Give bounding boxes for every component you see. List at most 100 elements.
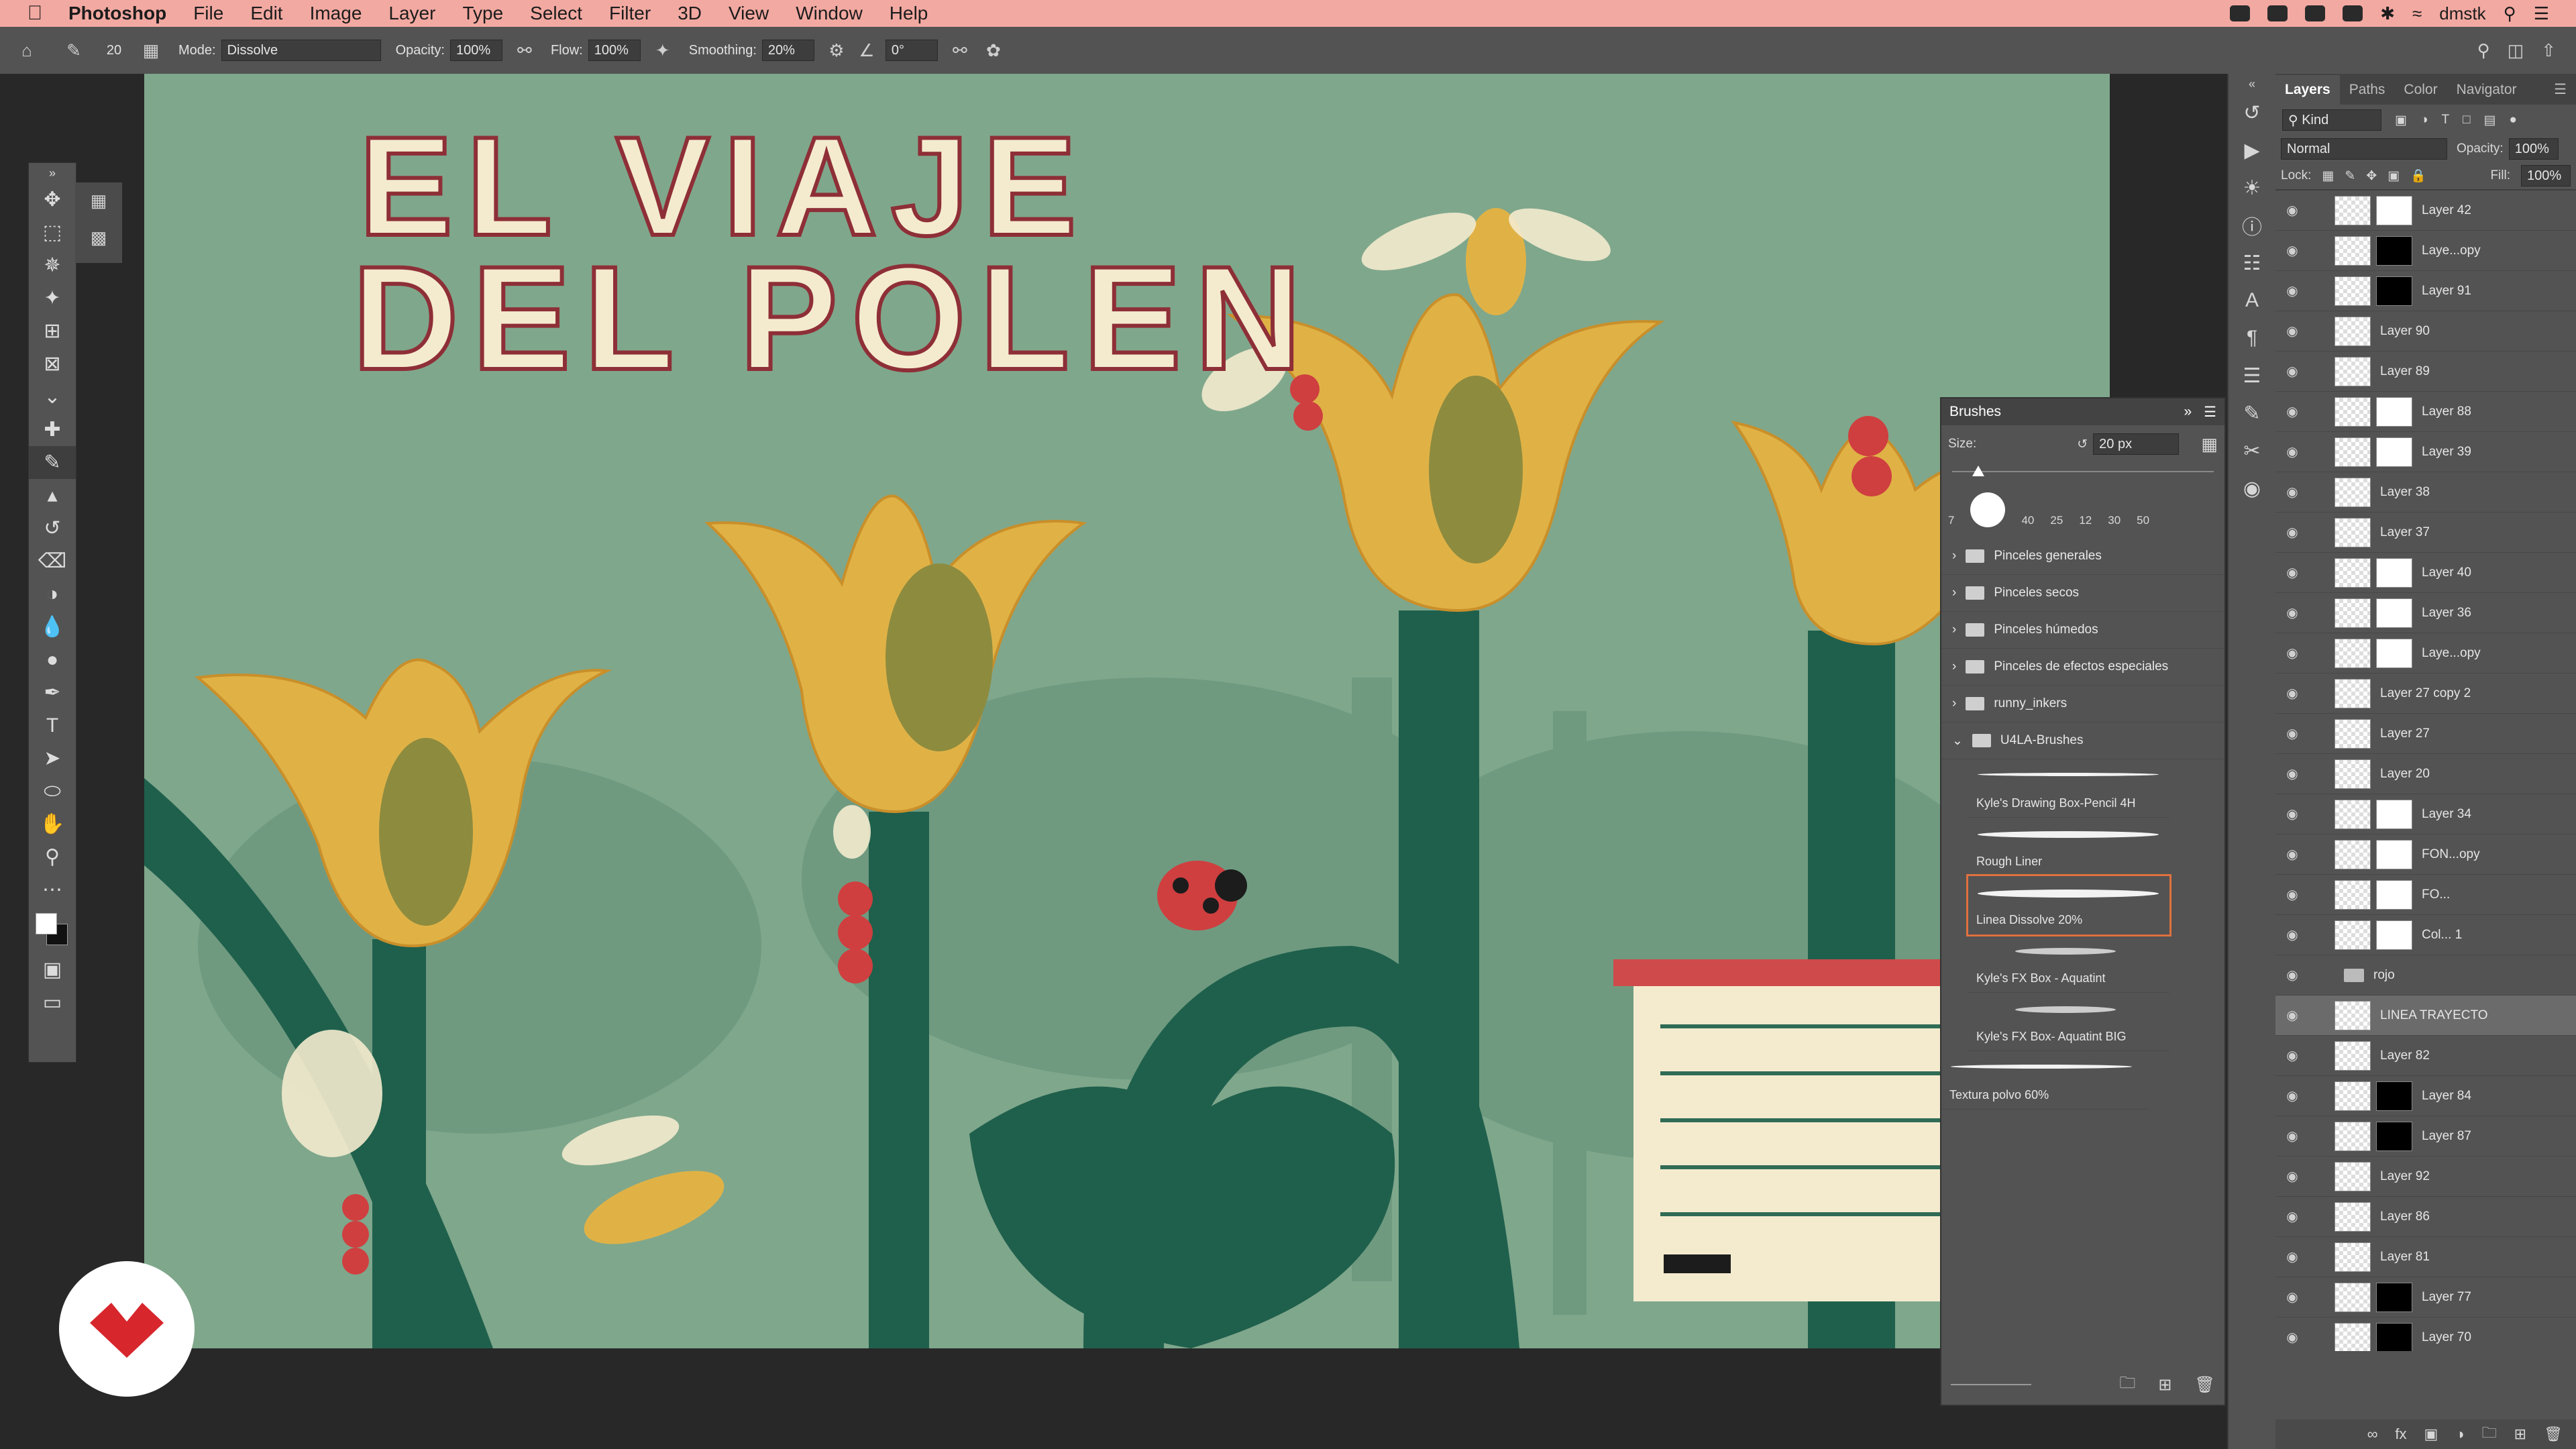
adjustment-layer-icon[interactable]: ◑ — [2455, 1426, 2464, 1443]
menu-view[interactable]: View — [715, 3, 782, 24]
new-group-icon[interactable]: 🗀 — [2482, 1421, 2497, 1447]
slider-handle[interactable] — [1972, 466, 1984, 476]
blend-mode-select[interactable]: Normal — [2281, 138, 2447, 160]
layer-row[interactable]: ◉ Layer 70 — [2275, 1318, 2576, 1351]
mode-select[interactable]: Dissolve — [221, 40, 381, 61]
brush-tool-preset-icon[interactable]: ✎ — [54, 40, 94, 61]
layer-row[interactable]: ◉ FON...opy — [2275, 835, 2576, 875]
menu-edit[interactable]: Edit — [237, 3, 296, 24]
panel-menu-icon[interactable]: ☰ — [2204, 404, 2216, 421]
grid-icon[interactable]: ▦ — [75, 182, 122, 219]
new-brush-icon[interactable]: ▦ — [2201, 434, 2218, 455]
brush-size-slider[interactable] — [1952, 463, 2214, 480]
preset-12[interactable]: 12 — [2079, 514, 2092, 527]
visibility-eye-icon[interactable]: ◉ — [2281, 403, 2304, 420]
trash-icon[interactable]: 🗑 — [2195, 1375, 2215, 1395]
zoom-tool-icon[interactable]: ⚲ — [29, 841, 76, 873]
preset-40[interactable]: 40 — [2021, 514, 2034, 527]
visibility-eye-icon[interactable]: ◉ — [2281, 725, 2304, 742]
lock-pixels-icon[interactable]: ✎ — [2345, 168, 2355, 184]
preview-size-slider[interactable] — [1951, 1384, 2031, 1385]
layers-panel-menu-icon[interactable]: ☰ — [2544, 74, 2576, 105]
visibility-eye-icon[interactable]: ◉ — [2281, 685, 2304, 702]
layer-row[interactable]: ◉ Col... 1 — [2275, 915, 2576, 955]
visibility-eye-icon[interactable]: ◉ — [2281, 524, 2304, 541]
preset-30[interactable]: 30 — [2108, 514, 2121, 527]
paragraph-icon[interactable]: ¶ — [2229, 319, 2275, 357]
lasso-tool-icon[interactable]: ✵ — [29, 249, 76, 282]
layer-row[interactable]: ◉ Layer 38 — [2275, 472, 2576, 513]
angle-input[interactable]: 0° — [885, 40, 938, 61]
visibility-eye-icon[interactable]: ◉ — [2281, 1168, 2304, 1185]
dodge-tool-icon[interactable]: ● — [29, 643, 76, 676]
layer-row[interactable]: ◉ Layer 20 — [2275, 754, 2576, 794]
magic-wand-tool-icon[interactable]: ✦ — [29, 282, 76, 315]
brush-item[interactable]: Kyle's FX Box- Aquatint BIG — [1968, 993, 2169, 1051]
visibility-eye-icon[interactable]: ◉ — [2281, 846, 2304, 863]
layer-row[interactable]: ◉ Layer 86 — [2275, 1197, 2576, 1237]
symmetry-icon[interactable]: ✿ — [977, 40, 1010, 61]
clone-source-icon[interactable]: ✂ — [2229, 432, 2275, 470]
brush-settings-dock-icon[interactable]: ✎ — [2229, 394, 2275, 432]
visibility-eye-icon[interactable]: ◉ — [2281, 202, 2304, 219]
move-tool-icon[interactable]: ✥ — [29, 183, 76, 216]
layer-mask-thumbnail[interactable] — [2376, 1322, 2412, 1351]
visibility-eye-icon[interactable]: ◉ — [2281, 1248, 2304, 1265]
visibility-eye-icon[interactable]: ◉ — [2281, 564, 2304, 581]
brush-folder[interactable]: › Pinceles secos — [1941, 575, 2224, 612]
add-brush-icon[interactable]: ⊞ — [2158, 1375, 2171, 1395]
paint-bucket-tool-icon[interactable]: ◑ — [29, 578, 76, 610]
layer-mask-thumbnail[interactable] — [2376, 1081, 2412, 1111]
menu-help[interactable]: Help — [876, 3, 942, 24]
fill-input[interactable]: 100% — [2521, 165, 2571, 186]
layer-row[interactable]: ◉ rojo — [2275, 955, 2576, 996]
brush-folder[interactable]: › runny_inkers — [1941, 686, 2224, 722]
eraser-tool-icon[interactable]: ⌫ — [29, 545, 76, 578]
collapse-icon[interactable]: » — [2184, 404, 2192, 420]
filter-smart-icon[interactable]: ▤ — [2484, 113, 2496, 128]
pen-tool-icon[interactable]: ✒ — [29, 676, 76, 709]
menu-3d[interactable]: 3D — [664, 3, 715, 24]
lock-all-icon[interactable]: 🔒 — [2410, 168, 2426, 184]
menu-select[interactable]: Select — [517, 3, 596, 24]
layer-row[interactable]: ◉ Layer 82 — [2275, 1036, 2576, 1076]
layer-row[interactable]: ◉ Layer 88 — [2275, 392, 2576, 432]
visibility-eye-icon[interactable]: ◉ — [2281, 886, 2304, 903]
tab-color[interactable]: Color — [2394, 75, 2447, 105]
filter-pixel-icon[interactable]: ▣ — [2395, 113, 2407, 128]
brush-size-input[interactable]: 20 px — [2093, 433, 2180, 455]
filter-shape-icon[interactable]: □ — [2463, 113, 2470, 127]
layer-mask-thumbnail[interactable] — [2376, 235, 2412, 266]
visibility-eye-icon[interactable]: ◉ — [2281, 363, 2304, 380]
hand-tool-icon[interactable]: ✋ — [29, 808, 76, 841]
brush-folder[interactable]: › Pinceles generales — [1941, 538, 2224, 575]
layer-mask-thumbnail[interactable] — [2376, 1282, 2412, 1312]
layer-mask-thumbnail[interactable] — [2376, 799, 2412, 829]
layer-row[interactable]: ◉ Layer 39 — [2275, 432, 2576, 472]
visibility-eye-icon[interactable]: ◉ — [2281, 484, 2304, 500]
visibility-eye-icon[interactable]: ◉ — [2281, 1087, 2304, 1104]
opacity-input[interactable]: 100% — [449, 40, 502, 61]
layer-row[interactable]: ◉ Layer 27 copy 2 — [2275, 674, 2576, 714]
brush-folder[interactable]: › Pinceles húmedos — [1941, 612, 2224, 649]
info-icon[interactable]: ⓘ — [2229, 207, 2275, 244]
brush-item[interactable]: Rough Liner — [1968, 818, 2169, 876]
adjustments-icon[interactable]: ☀ — [2229, 169, 2275, 207]
menu-file[interactable]: File — [180, 3, 237, 24]
sync-icon[interactable] — [2267, 5, 2288, 21]
layer-row[interactable]: ◉ Layer 34 — [2275, 794, 2576, 835]
visibility-eye-icon[interactable]: ◉ — [2281, 1128, 2304, 1144]
smoothing-input[interactable]: 20% — [761, 40, 814, 61]
flow-input[interactable]: 100% — [588, 40, 641, 61]
channels-icon[interactable]: ◉ — [2229, 470, 2275, 507]
layer-row[interactable]: ◉ Layer 37 — [2275, 513, 2576, 553]
layer-row[interactable]: ◉ Layer 81 — [2275, 1237, 2576, 1277]
visibility-eye-icon[interactable]: ◉ — [2281, 765, 2304, 782]
visibility-eye-icon[interactable]: ◉ — [2281, 1329, 2304, 1346]
layer-mask-thumbnail[interactable] — [2376, 920, 2412, 950]
layer-mask-thumbnail[interactable] — [2376, 195, 2412, 225]
share-icon[interactable]: ⇧ — [2541, 40, 2556, 61]
menu-filter[interactable]: Filter — [596, 3, 664, 24]
brush-tool-icon[interactable]: ✎ — [29, 446, 76, 479]
screen-icon[interactable] — [2305, 5, 2326, 21]
